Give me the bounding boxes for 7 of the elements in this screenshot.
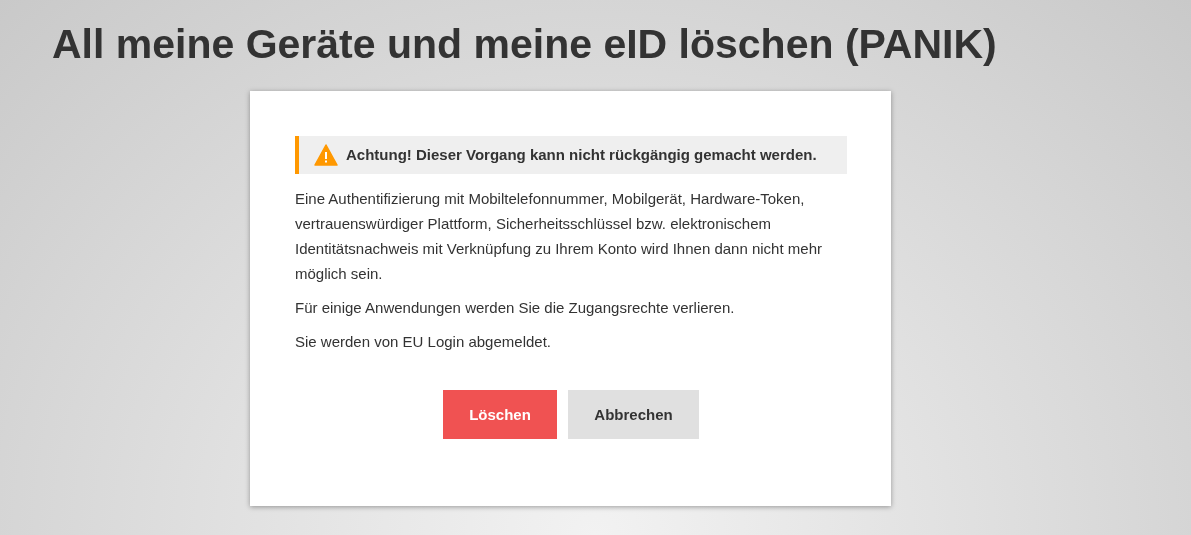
warning-text: Achtung! Dieser Vorgang kann nicht rückgängig gemacht werden. [346, 145, 817, 165]
info-paragraph: Sie werden von EU Login abgemeldet. [295, 332, 552, 352]
page-title: All meine Geräte und meine eID löschen (PANIK) [51, 20, 998, 69]
info-paragraph: Für einige Anwendungen werden Sie die Zugangsrechte verlieren. [295, 298, 736, 318]
cancel-button[interactable]: Abbrechen [568, 390, 699, 439]
warning-icon [314, 144, 338, 166]
info-paragraph: Eine Authentifizierung mit Mobiltelefonnummer, Mobilgerät, Hardware-Token, vertrauenswürdiger Plattform, Sicherheitsschlüssel bzw. elektronischem Identitätsnachweis mit Verknüpfung zu Ihrem Konto wird Ihnen dann nicht mehr möglich sein. [295, 189, 823, 284]
